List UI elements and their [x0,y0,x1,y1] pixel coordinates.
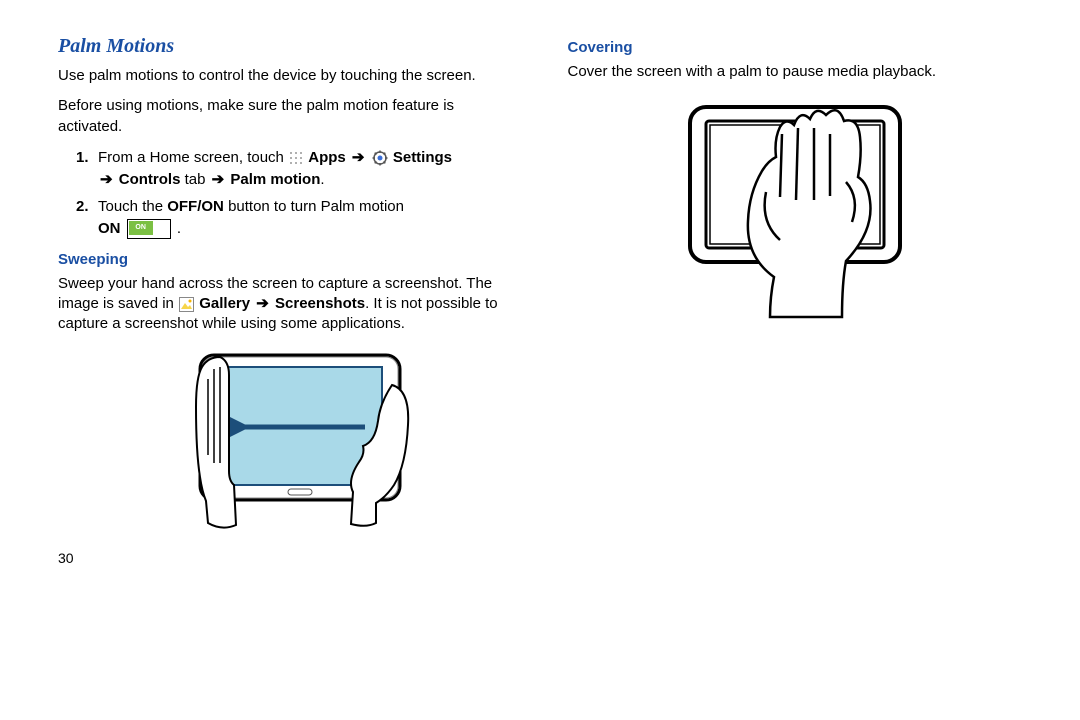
on-switch-label: ON [129,221,153,235]
on-switch-icon: ON [127,219,171,239]
left-column: Palm Motions Use palm motions to control… [58,35,513,700]
step-2-body: Touch the OFF/ON button to turn Palm mot… [98,196,513,241]
arrow-icon: ➔ [98,171,115,188]
step-1: 1. From a Home screen, touch Apps ➔ Sett… [76,147,513,192]
sweep-gallery: Gallery [199,295,250,312]
sweeping-illustration [58,345,513,530]
step-1-tab: tab [185,171,210,188]
step-2-text-b: button to turn Palm motion [228,198,404,215]
apps-icon [289,151,303,165]
step-1-body: From a Home screen, touch Apps ➔ Setting… [98,147,513,192]
gallery-icon [179,297,194,312]
heading-covering: Covering [568,39,1023,56]
step-2-offon: OFF/ON [167,198,224,215]
arrow-icon: ➔ [210,171,227,188]
arrow-icon: ➔ [254,295,271,312]
intro-para-1: Use palm motions to control the device b… [58,66,513,86]
covering-illustration [568,92,1023,322]
heading-palm-motions: Palm Motions [58,35,513,58]
sweep-screenshots: Screenshots [275,295,365,312]
sweeping-para: Sweep your hand across the screen to cap… [58,274,513,335]
step-1-controls: Controls [119,171,181,188]
right-column: Covering Cover the screen with a palm to… [568,35,1023,700]
covering-para: Cover the screen with a palm to pause me… [568,62,1023,82]
heading-sweeping: Sweeping [58,251,513,268]
step-1-palm: Palm motion [230,171,320,188]
step-2: 2. Touch the OFF/ON button to turn Palm … [76,196,513,241]
step-2-number: 2. [76,196,98,241]
settings-icon [372,150,388,166]
step-1-text-a: From a Home screen, touch [98,149,288,166]
step-2-text-a: Touch the [98,198,167,215]
step-1-dot: . [320,171,324,188]
step-1-settings: Settings [393,149,452,166]
step-1-apps: Apps [308,149,346,166]
arrow-icon: ➔ [350,149,367,166]
intro-para-2: Before using motions, make sure the palm… [58,96,513,137]
step-2-dot: . [177,220,181,237]
step-1-number: 1. [76,147,98,192]
step-2-on: ON [98,220,121,237]
page-number: 30 [58,550,513,566]
